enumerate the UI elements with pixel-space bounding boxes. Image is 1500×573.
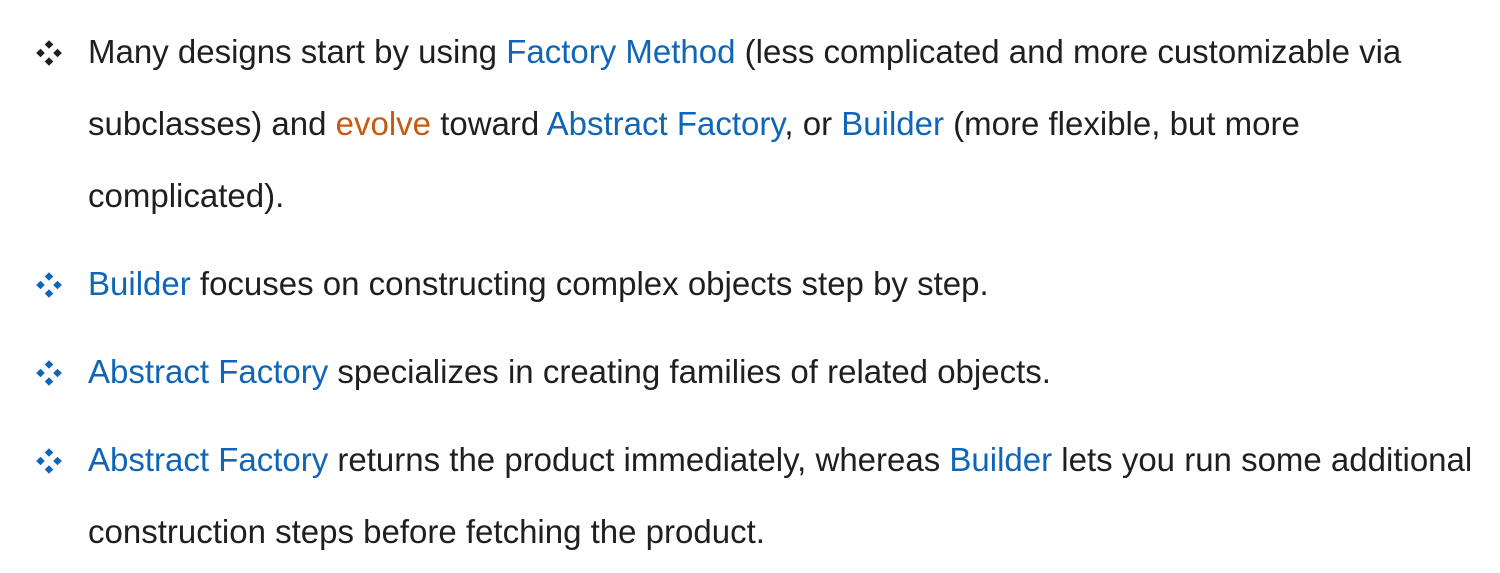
plain-text: , or [784, 105, 842, 142]
bullet-item: Builder focuses on constructing complex … [30, 248, 1480, 320]
four-diamond-icon [36, 448, 62, 474]
highlight-term: Abstract Factory [88, 353, 329, 390]
slide: Many designs start by using Factory Meth… [0, 0, 1500, 573]
bullet-item: Abstract Factory returns the product imm… [30, 424, 1480, 568]
accent-term: evolve [335, 105, 432, 142]
four-diamond-icon [36, 40, 62, 66]
bullet-text: Builder focuses on constructing complex … [88, 265, 989, 302]
plain-text: returns the product immediately, whereas [328, 441, 950, 478]
plain-text: specializes in creating families of rela… [328, 353, 1051, 390]
bullet-text: Abstract Factory specializes in creating… [88, 353, 1051, 390]
four-diamond-icon [36, 272, 62, 298]
highlight-term: Builder [88, 265, 191, 302]
four-diamond-icon [36, 360, 62, 386]
bullet-text: Many designs start by using Factory Meth… [88, 33, 1401, 214]
bullet-item: Many designs start by using Factory Meth… [30, 16, 1480, 232]
highlight-term: Abstract Factory [546, 105, 785, 142]
plain-text: focuses on constructing complex objects … [190, 265, 989, 302]
bullet-item: Abstract Factory specializes in creating… [30, 336, 1480, 408]
bullet-list: Many designs start by using Factory Meth… [30, 16, 1480, 568]
highlight-term: Builder [841, 105, 944, 142]
highlight-term: Builder [949, 441, 1053, 478]
highlight-term: Abstract Factory [88, 441, 329, 478]
bullet-text: Abstract Factory returns the product imm… [88, 441, 1472, 550]
highlight-term: Factory Method [506, 33, 736, 70]
plain-text: toward [431, 105, 547, 142]
plain-text: Many designs start by using [88, 33, 507, 70]
